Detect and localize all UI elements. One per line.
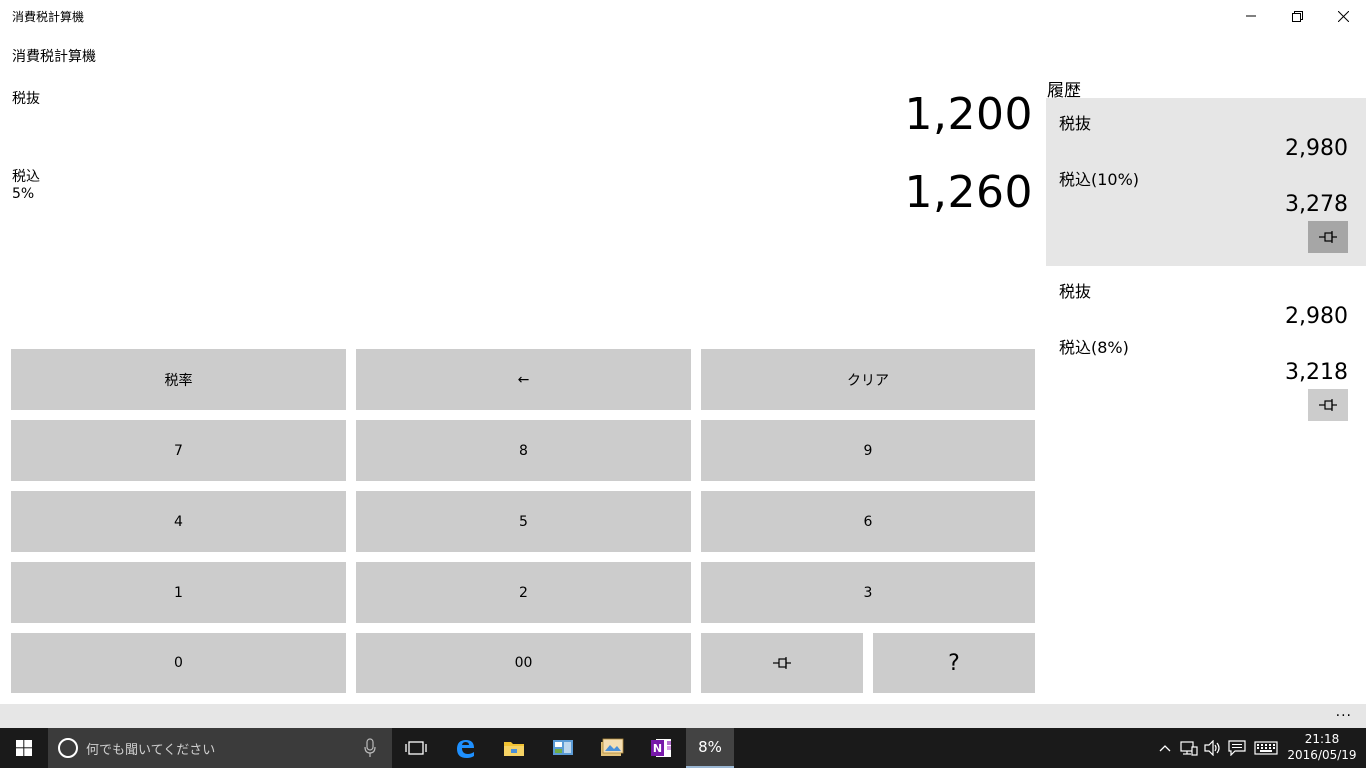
digit-6-button[interactable]: 6: [701, 491, 1035, 552]
tax-rate-button[interactable]: 税率: [11, 349, 346, 410]
network-icon: [1180, 741, 1198, 756]
app-button-2[interactable]: [588, 728, 636, 768]
app-title: 消費税計算機: [12, 49, 96, 65]
minimize-icon: [1246, 15, 1256, 17]
excl-tax-value: 1,200: [904, 89, 1033, 140]
history-pin-button[interactable]: [1308, 389, 1348, 421]
clock[interactable]: 21:18 2016/05/19: [1286, 731, 1358, 763]
onenote-icon: N: [651, 739, 671, 757]
task-view-icon: [405, 741, 427, 755]
history-excl-value: 2,980: [1285, 304, 1348, 329]
edge-icon: [457, 740, 474, 758]
chevron-up-icon: [1159, 745, 1171, 752]
app-button-1[interactable]: [539, 728, 587, 768]
message-icon: [1228, 740, 1246, 756]
tax-rate-label: 5%: [12, 186, 35, 202]
excl-tax-label: 税抜: [12, 91, 40, 107]
restore-icon: [1291, 10, 1303, 22]
more-options-button[interactable]: ...: [1336, 704, 1352, 720]
speaker-icon: [1204, 740, 1220, 756]
history-pin-button[interactable]: [1308, 221, 1348, 253]
history-incl-value: 3,218: [1285, 360, 1348, 385]
incl-tax-label: 税込: [12, 169, 40, 185]
backspace-button[interactable]: ←: [356, 349, 691, 410]
minimize-button[interactable]: [1228, 0, 1274, 32]
volume-button[interactable]: [1202, 728, 1224, 768]
start-button[interactable]: [0, 728, 48, 768]
clock-date: 2016/05/19: [1287, 748, 1357, 762]
keyboard-icon: [1254, 741, 1278, 755]
close-icon: [1337, 10, 1349, 22]
cortana-icon: [58, 738, 78, 758]
history-excl-label: 税抜: [1059, 282, 1092, 301]
network-button[interactable]: [1178, 728, 1200, 768]
history-excl-value: 2,980: [1285, 136, 1348, 161]
digit-5-button[interactable]: 5: [356, 491, 691, 552]
file-explorer-button[interactable]: [490, 728, 538, 768]
digit-0-button[interactable]: 0: [11, 633, 346, 693]
pin-icon: [1319, 399, 1337, 411]
windows-logo-icon: [16, 740, 32, 756]
pin-button[interactable]: [701, 633, 863, 693]
window-title: 消費税計算機: [12, 10, 85, 24]
folder-icon: [504, 742, 524, 756]
clock-time: 21:18: [1304, 732, 1340, 746]
svg-text:N: N: [653, 742, 662, 755]
show-hidden-icons-button[interactable]: [1156, 728, 1174, 768]
onenote-button[interactable]: N: [637, 728, 685, 768]
keyboard-button[interactable]: [1252, 728, 1280, 768]
digit-9-button[interactable]: 9: [701, 420, 1035, 481]
history-incl-label: 税込(10%): [1059, 170, 1140, 189]
history-item[interactable]: 税抜 2,980 税込(10%) 3,278: [1046, 98, 1366, 266]
pin-icon: [1319, 231, 1337, 243]
history-incl-label: 税込(8%): [1059, 338, 1129, 357]
active-app-button[interactable]: 8%: [686, 728, 734, 768]
search-placeholder: 何でも聞いてください: [86, 743, 216, 758]
digit-3-button[interactable]: 3: [701, 562, 1035, 623]
digit-4-button[interactable]: 4: [11, 491, 346, 552]
photo-app-icon: [601, 738, 624, 756]
digit-7-button[interactable]: 7: [11, 420, 346, 481]
title-bar: 消費税計算機: [0, 0, 1366, 32]
close-button[interactable]: [1320, 0, 1366, 32]
clear-button[interactable]: クリア: [701, 349, 1035, 410]
incl-tax-value: 1,260: [904, 167, 1033, 218]
control-panel-icon: [553, 740, 573, 755]
pin-icon: [772, 656, 792, 670]
microphone-icon[interactable]: [364, 738, 376, 758]
restore-button[interactable]: [1274, 0, 1320, 32]
app-bar: ...: [0, 704, 1366, 728]
edge-browser-button[interactable]: [441, 728, 489, 768]
cortana-search-box[interactable]: 何でも聞いてください: [48, 728, 392, 768]
help-button[interactable]: ?: [873, 633, 1035, 693]
action-center-button[interactable]: [1226, 728, 1248, 768]
history-item[interactable]: 税抜 2,980 税込(8%) 3,218: [1046, 266, 1366, 434]
digit-2-button[interactable]: 2: [356, 562, 691, 623]
digit-1-button[interactable]: 1: [11, 562, 346, 623]
taskbar: 何でも聞いてください N 8% 21:18 2016/05/19: [0, 728, 1366, 768]
digit-00-button[interactable]: 00: [356, 633, 691, 693]
history-excl-label: 税抜: [1059, 114, 1092, 133]
digit-8-button[interactable]: 8: [356, 420, 691, 481]
task-view-button[interactable]: [392, 728, 440, 768]
history-incl-value: 3,278: [1285, 192, 1348, 217]
